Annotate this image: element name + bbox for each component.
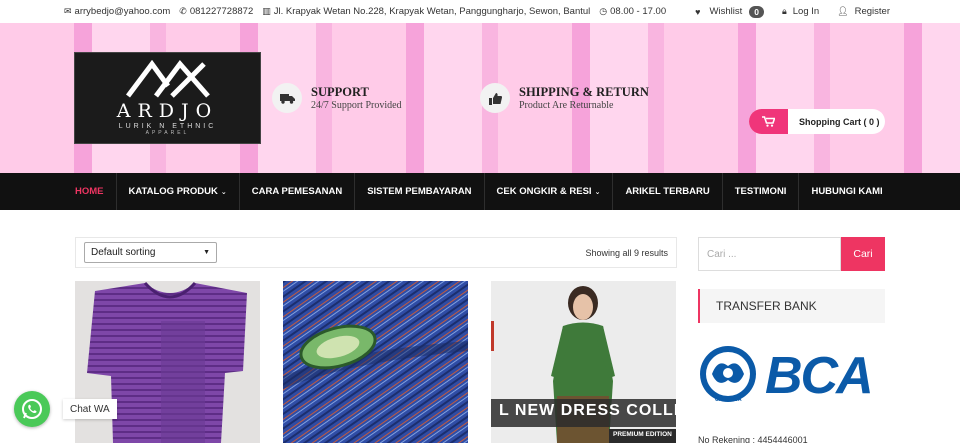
search-form: Cari ... Cari (698, 237, 885, 271)
chevron-down-icon: ⌄ (220, 188, 227, 196)
envelope-icon: ✉ (64, 6, 72, 16)
feature-title: SUPPORT (311, 85, 369, 99)
nav-label: TESTIMONI (734, 186, 787, 197)
logo-brand: ARDJO (116, 100, 219, 122)
nav-item-cara-pemesanan[interactable]: CARA PEMESANAN (240, 173, 356, 210)
sort-select[interactable]: Default sorting ▼ (84, 242, 217, 263)
shopping-cart-button[interactable]: Shopping Cart ( 0 ) (749, 109, 885, 134)
feature-title: SHIPPING & RETURN (519, 85, 649, 99)
lock-icon: 🔒︎ (781, 6, 787, 16)
clock-icon: ◷ (599, 6, 608, 16)
phone-item[interactable]: ✆ 081227728872 (179, 6, 253, 17)
feature-subtitle: Product Are Returnable (519, 100, 614, 111)
chat-wa-label[interactable]: Chat WA (63, 399, 117, 419)
truck-icon (272, 83, 302, 113)
wishlist-link[interactable]: ♥ Wishlist 0 (695, 5, 764, 18)
thumbs-up-icon (480, 83, 510, 113)
phone-text: 081227728872 (189, 6, 254, 17)
bank-name: BCA (765, 347, 874, 405)
product-image-3[interactable]: L NEW DRESS COLLEC PREMIUM EDITION (491, 281, 676, 443)
user-icon: 👤︎ (837, 6, 849, 16)
email-text: arrybedjo@yahoo.com (74, 6, 171, 17)
nav-label: HUBUNGI KAMI (811, 186, 883, 197)
login-link[interactable]: 🔒︎ Log In (782, 6, 819, 17)
nav-item-testimoni[interactable]: TESTIMONI (723, 173, 800, 210)
whatsapp-icon (22, 399, 42, 419)
address-text: Jl. Krapyak Wetan No.228, Krapyak Wetan,… (273, 6, 591, 17)
nav-label: HOME (75, 186, 104, 197)
nav-item-sistem-pembayaran[interactable]: SISTEM PEMBAYARAN (355, 173, 485, 210)
product-image-2[interactable] (283, 281, 468, 443)
bca-logo: GRUP BCA BCA (698, 344, 885, 410)
site-header: ARDJO LURIK N ETHNIC APPAREL SUPPORT 24/… (0, 23, 960, 173)
nav-items: HOME KATALOG PRODUK ⌄ CARA PEMESANAN SIST… (63, 173, 895, 210)
whatsapp-button[interactable] (14, 391, 50, 427)
banner-badge: PREMIUM EDITION (613, 431, 672, 438)
feature-shipping: SHIPPING & RETURN Product Are Returnable (480, 83, 649, 113)
logo-mark-icon (125, 60, 210, 98)
cart-icon (749, 109, 788, 134)
wishlist-label: Wishlist (709, 6, 743, 17)
dropdown-arrow-icon: ▼ (203, 249, 210, 256)
nav-item-cek-ongkir[interactable]: CEK ONGKIR & RESI ⌄ (485, 173, 614, 210)
nav-label: SISTEM PEMBAYARAN (367, 186, 472, 197)
heart-icon: ♥ (695, 6, 701, 17)
nav-label: CEK ONGKIR & RESI (496, 186, 592, 197)
map-icon: ▥ (262, 6, 271, 16)
shop-toolbar: Default sorting ▼ Showing all 9 results (75, 237, 677, 268)
bank-sub: GRUP BCA (715, 397, 742, 403)
hours-text: 08.00 - 17.00 (610, 6, 667, 17)
cart-label: Shopping Cart ( 0 ) (799, 116, 880, 127)
results-count: Showing all 9 results (585, 247, 668, 258)
nav-item-hubungi-kami[interactable]: HUBUNGI KAMI (799, 173, 894, 210)
feature-support: SUPPORT 24/7 Support Provided (272, 83, 402, 113)
nav-item-home[interactable]: HOME (63, 173, 117, 210)
top-bar: ✉ arrybedjo@yahoo.com ✆ 081227728872 ▥ J… (0, 0, 960, 23)
email-item[interactable]: ✉ arrybedjo@yahoo.com (64, 6, 170, 17)
bank-account-text: No Rekening : 4454446001 (698, 435, 808, 443)
logo-tagline: LURIK N ETHNIC (118, 123, 217, 130)
login-label: Log In (792, 6, 820, 17)
account-links: ♥ Wishlist 0 🔒︎ Log In 👤︎ Register (695, 0, 890, 23)
address-item: ▥ Jl. Krapyak Wetan No.228, Krapyak Weta… (262, 6, 590, 17)
main-nav: HOME KATALOG PRODUK ⌄ CARA PEMESANAN SIST… (0, 173, 960, 210)
search-input[interactable]: Cari ... (698, 237, 841, 271)
phone-icon: ✆ (179, 6, 187, 16)
nav-label: CARA PEMESANAN (251, 186, 343, 197)
main-content: Default sorting ▼ Showing all 9 results (0, 210, 960, 443)
logo-subtag: APPAREL (145, 130, 190, 136)
contact-info: ✉ arrybedjo@yahoo.com ✆ 081227728872 ▥ J… (64, 0, 666, 23)
nav-item-katalog-produk[interactable]: KATALOG PRODUK ⌄ (117, 173, 240, 210)
banner-text: L NEW DRESS COLLEC (499, 402, 676, 419)
nav-label: ARIKEL TERBARU (625, 186, 710, 197)
sort-value: Default sorting (91, 247, 156, 258)
chevron-down-icon: ⌄ (594, 188, 601, 196)
register-label: Register (854, 6, 890, 17)
register-link[interactable]: 👤︎ Register (837, 6, 890, 17)
wishlist-count-badge: 0 (749, 5, 764, 18)
nav-label: KATALOG PRODUK (128, 186, 218, 197)
search-button[interactable]: Cari (841, 237, 885, 271)
widget-title-transfer-bank: TRANSFER BANK (698, 289, 885, 323)
site-logo[interactable]: ARDJO LURIK N ETHNIC APPAREL (74, 52, 261, 144)
nav-item-arikel-terbaru[interactable]: ARIKEL TERBARU (613, 173, 723, 210)
feature-subtitle: 24/7 Support Provided (311, 100, 402, 111)
hours-item: ◷ 08.00 - 17.00 (599, 6, 666, 17)
product-photo (283, 281, 468, 443)
